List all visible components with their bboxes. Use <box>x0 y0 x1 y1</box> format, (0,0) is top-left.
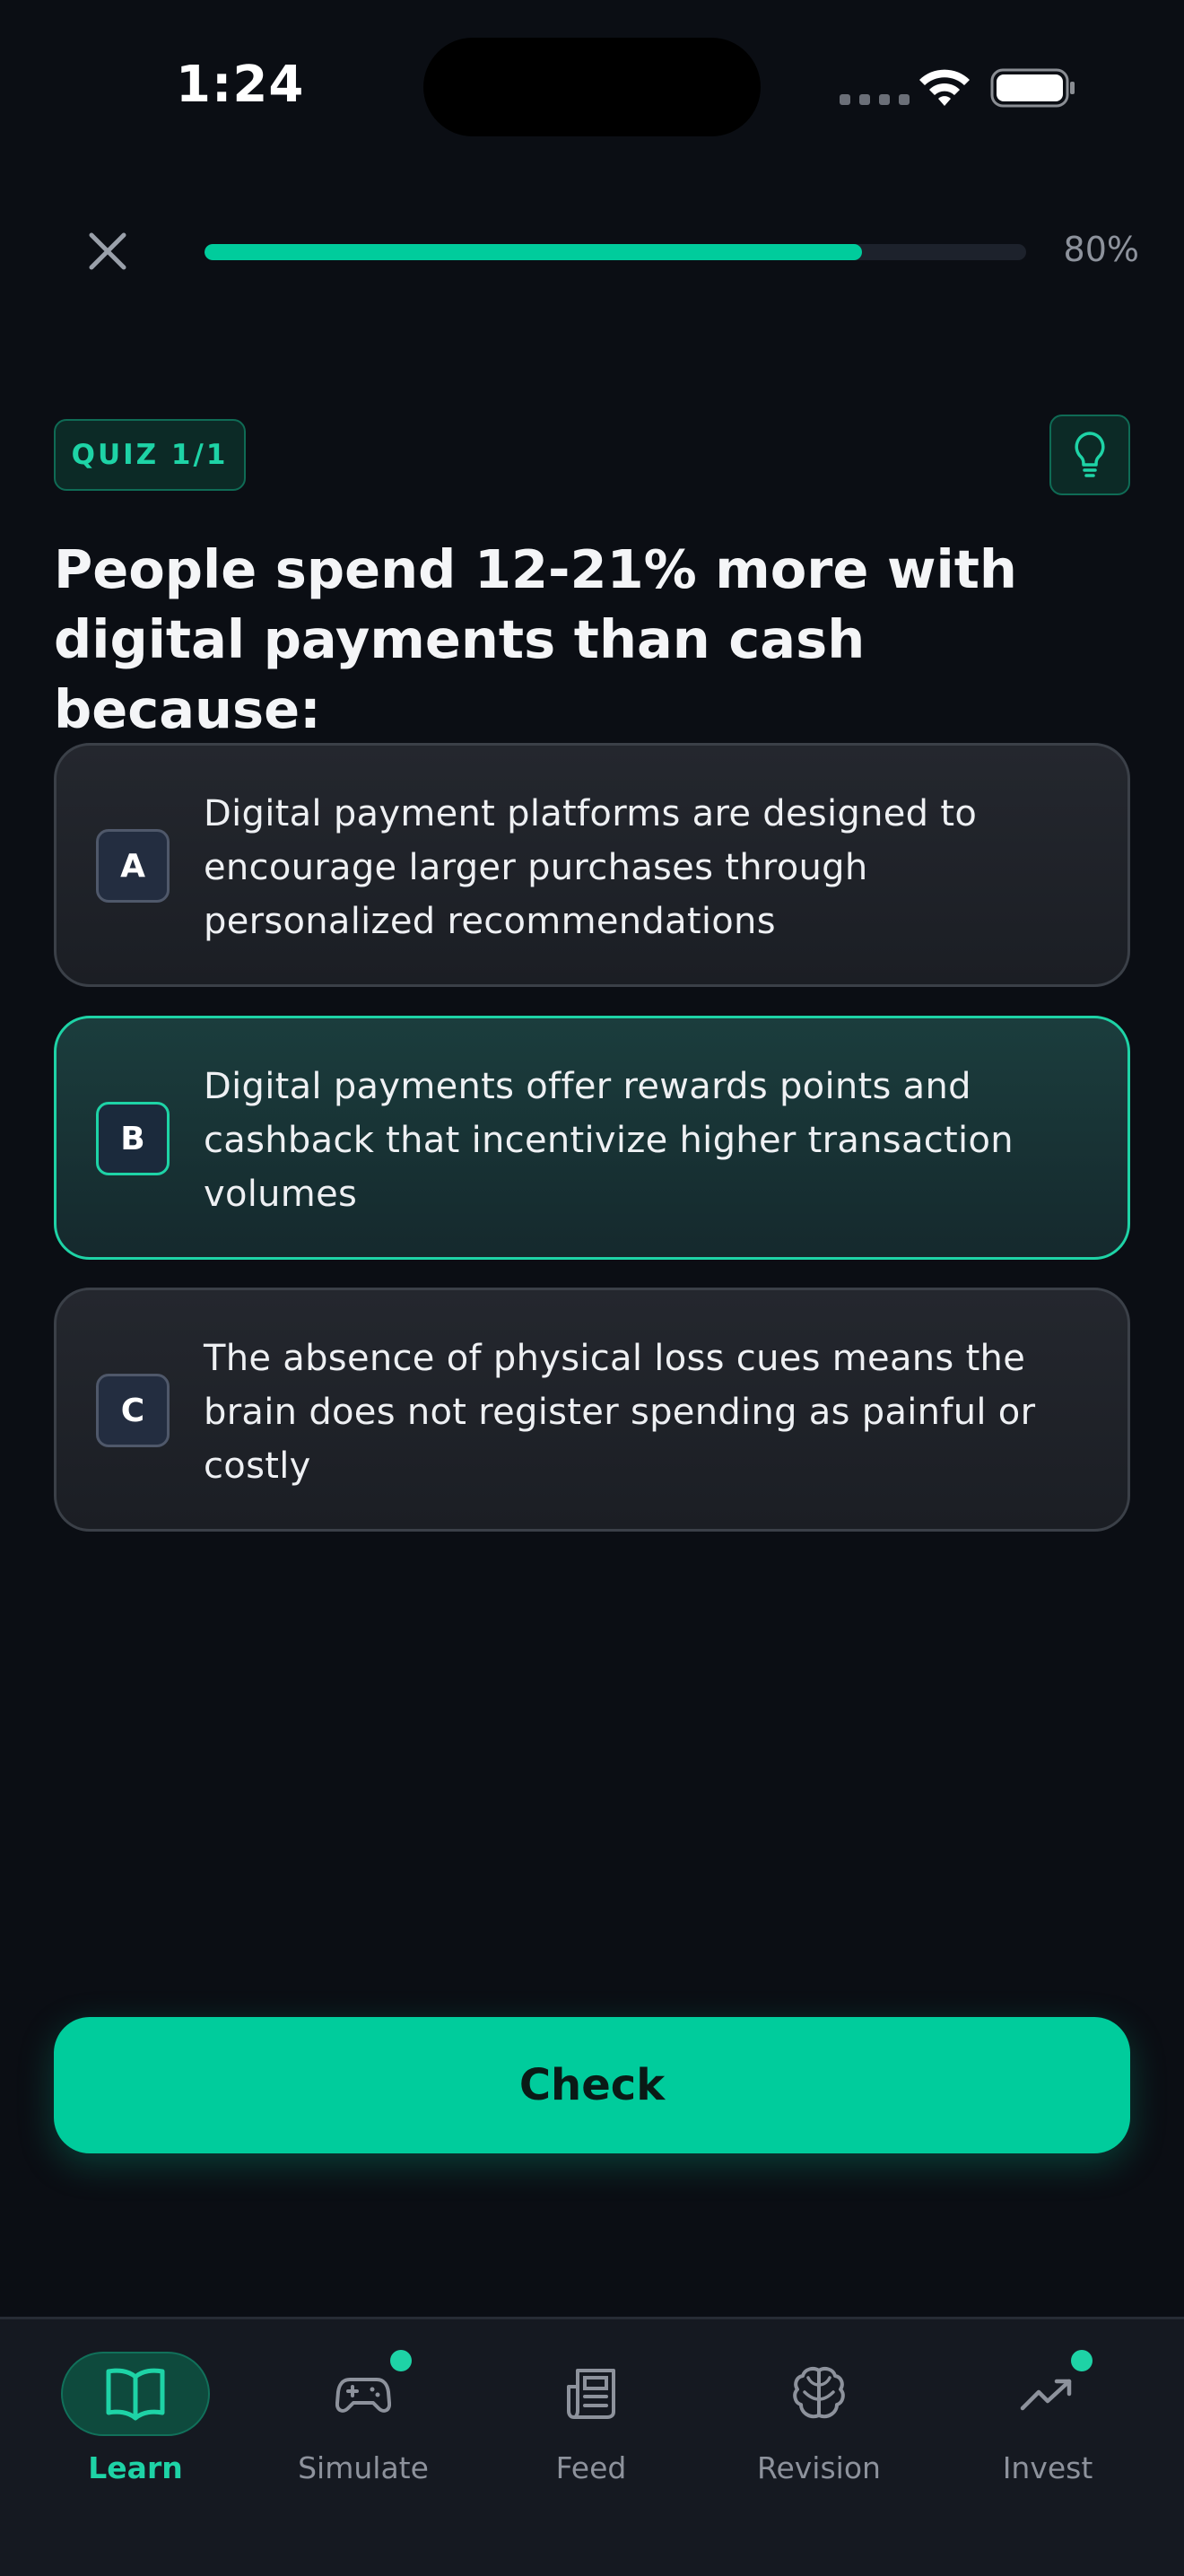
trending-up-icon <box>1020 2379 1072 2411</box>
lesson-progress-fill <box>205 244 862 260</box>
notification-dot <box>1071 2350 1093 2371</box>
cellular-signal-icon <box>840 94 910 105</box>
nav-item-feed[interactable]: Feed <box>492 2336 690 2515</box>
battery-icon <box>990 68 1075 108</box>
option-letter-badge: C <box>96 1374 170 1447</box>
lightbulb-icon <box>1075 432 1105 477</box>
newspaper-icon <box>567 2369 615 2419</box>
dynamic-island <box>423 38 761 136</box>
brain-icon <box>793 2367 845 2419</box>
progress-percent: 80% <box>1063 230 1139 269</box>
answer-option-c[interactable]: C The absence of physical loss cues mean… <box>54 1288 1130 1532</box>
nav-label: Simulate <box>298 2450 429 2485</box>
nav-label: Feed <box>555 2450 627 2485</box>
option-letter-badge: B <box>96 1102 170 1175</box>
close-button[interactable] <box>81 224 135 278</box>
option-letter-badge: A <box>96 829 170 903</box>
status-time: 1:24 <box>176 56 305 114</box>
quiz-badge: QUIZ 1/1 <box>54 419 246 491</box>
nav-label: Revision <box>757 2450 881 2485</box>
close-icon <box>89 232 126 270</box>
lesson-progress-bar <box>205 244 1026 260</box>
question-text: People spend 12-21% more with digital pa… <box>54 538 1017 740</box>
bottom-nav: Learn Simulate Feed Revision Invest <box>0 2317 1184 2576</box>
nav-item-simulate[interactable]: Simulate <box>265 2336 462 2515</box>
notification-dot <box>390 2350 412 2371</box>
nav-label: Learn <box>88 2450 183 2485</box>
option-text: Digital payment platforms are designed t… <box>204 793 978 942</box>
answer-option-a[interactable]: A Digital payment platforms are designed… <box>54 743 1130 987</box>
answer-option-b[interactable]: B Digital payments offer rewards points … <box>54 1016 1130 1260</box>
nav-item-learn[interactable]: Learn <box>37 2336 234 2515</box>
check-button[interactable]: Check <box>54 2017 1130 2153</box>
hint-button[interactable] <box>1049 415 1130 495</box>
gamepad-icon <box>335 2378 391 2413</box>
nav-item-revision[interactable]: Revision <box>720 2336 918 2515</box>
option-text: Digital payments offer rewards points an… <box>204 1066 1014 1215</box>
nav-item-invest[interactable]: Invest <box>949 2336 1146 2515</box>
nav-label: Invest <box>1002 2450 1093 2485</box>
wifi-icon <box>919 69 970 106</box>
option-text: The absence of physical loss cues means … <box>204 1338 1036 1487</box>
book-open-icon <box>106 2368 165 2421</box>
